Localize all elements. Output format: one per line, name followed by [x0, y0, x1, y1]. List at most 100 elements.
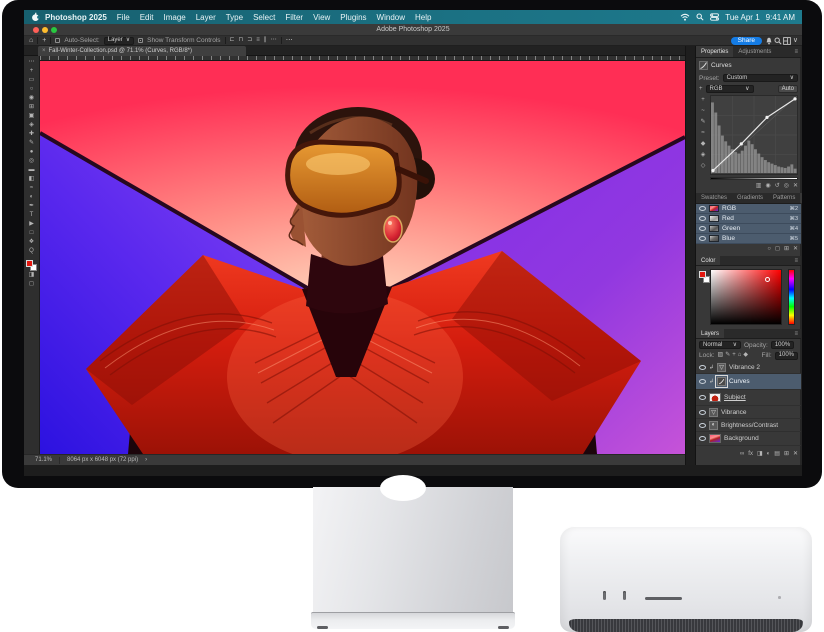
toggle-visibility-icon[interactable]: ◉: [765, 182, 770, 191]
load-channel-selection-icon[interactable]: ○: [767, 245, 771, 254]
frame-tool-icon[interactable]: ▣: [29, 112, 35, 121]
move-tool-icon[interactable]: +: [30, 67, 34, 76]
eraser-tool-icon[interactable]: ▬: [29, 166, 35, 175]
new-layer-icon[interactable]: ⊞: [784, 450, 789, 459]
adjustment-layer-icon[interactable]: ◐: [767, 450, 771, 459]
preset-dropdown[interactable]: Custom ∨: [723, 74, 798, 82]
brush-tool-icon[interactable]: ✎: [29, 139, 34, 148]
menu-item-type[interactable]: Type: [221, 13, 248, 22]
tab-adjustments[interactable]: Adjustments: [733, 46, 776, 57]
channel-row-rgb[interactable]: RGB ⌘2: [696, 204, 801, 214]
marquee-tool-icon[interactable]: ▭: [29, 76, 35, 85]
toolbar-overflow-icon[interactable]: ⋯: [29, 58, 35, 67]
tab-properties[interactable]: Properties: [696, 46, 733, 57]
auto-select-dropdown[interactable]: Layer ∨: [104, 37, 134, 45]
lock-pixels-icon[interactable]: ✎: [725, 351, 730, 360]
align-more-icon[interactable]: ⋯: [271, 36, 277, 45]
chevron-down-icon[interactable]: ∨: [793, 37, 798, 44]
channel-row-blue[interactable]: Blue ⌘5: [696, 234, 801, 244]
tab-color[interactable]: Color: [696, 256, 720, 265]
delete-layer-icon[interactable]: ✕: [793, 450, 798, 459]
delete-adjustment-icon[interactable]: ✕: [793, 182, 798, 191]
channel-row-green[interactable]: Green ⌘4: [696, 224, 801, 234]
fill-dropdown[interactable]: 100%: [775, 352, 798, 360]
channel-dropdown[interactable]: RGB ∨: [706, 85, 754, 93]
status-options-chevron[interactable]: ›: [145, 457, 147, 463]
visibility-eye-icon[interactable]: [699, 423, 706, 428]
layer-effects-icon[interactable]: fx: [748, 450, 753, 459]
document-tab[interactable]: × Fall-Winter-Collection.psd @ 71.1% (Cu…: [38, 46, 246, 56]
visibility-eye-icon[interactable]: [699, 365, 706, 370]
lock-transparency-icon[interactable]: ▨: [718, 351, 724, 360]
panel-search-icon[interactable]: [774, 37, 782, 45]
menu-item-help[interactable]: Help: [410, 13, 436, 22]
clone-stamp-tool-icon[interactable]: ●: [30, 148, 34, 157]
previous-state-icon[interactable]: ◎: [784, 182, 789, 191]
pen-tool-icon[interactable]: ✒: [29, 202, 34, 211]
layer-row-vibrance[interactable]: ▽ Vibrance: [696, 406, 801, 419]
clip-to-layer-icon[interactable]: ▥: [756, 182, 762, 191]
white-point-eyedropper-icon[interactable]: ◇: [701, 161, 706, 172]
new-group-icon[interactable]: ▤: [774, 450, 780, 459]
close-tab-icon[interactable]: ×: [42, 48, 46, 54]
notifications-bell-icon[interactable]: [765, 37, 773, 45]
targeted-adjustment-icon[interactable]: +: [701, 95, 705, 106]
screen-mode-icon[interactable]: ◻: [29, 280, 34, 289]
visibility-eye-icon[interactable]: [699, 206, 706, 211]
tab-channels[interactable]: Channels: [800, 193, 802, 203]
foreground-color-swatch[interactable]: [26, 260, 33, 267]
tab-gradients[interactable]: Gradients: [732, 193, 768, 203]
object-selection-tool-icon[interactable]: ◉: [29, 94, 34, 103]
usb-c-port[interactable]: [603, 591, 606, 600]
wifi-icon[interactable]: [680, 13, 690, 21]
auto-select-checkbox[interactable]: [55, 38, 60, 43]
hand-tool-icon[interactable]: ❖: [29, 238, 34, 247]
zoom-tool-icon[interactable]: Q: [29, 247, 34, 256]
lasso-tool-icon[interactable]: ○: [30, 85, 34, 94]
path-selection-tool-icon[interactable]: ▶: [29, 220, 34, 229]
zoom-level-field[interactable]: 71.1%: [35, 457, 52, 463]
menu-item-layer[interactable]: Layer: [191, 13, 221, 22]
gray-point-eyedropper-icon[interactable]: ◈: [701, 150, 706, 161]
blur-tool-icon[interactable]: ≈: [30, 184, 33, 193]
layer-row-vibrance-2[interactable]: ↲ ▽ Vibrance 2: [696, 361, 801, 374]
tab-swatches[interactable]: Swatches: [696, 193, 732, 203]
search-icon[interactable]: [696, 13, 704, 21]
pencil-curve-icon[interactable]: ✎: [700, 117, 705, 128]
menu-clock-time[interactable]: 9:41 AM: [766, 13, 795, 22]
auto-button[interactable]: Auto: [778, 85, 798, 93]
save-selection-as-channel-icon[interactable]: ◻: [775, 245, 780, 254]
menu-clock-date[interactable]: Tue Apr 1: [725, 13, 759, 22]
channel-row-red[interactable]: Red ⌘3: [696, 214, 801, 224]
lock-all-icon[interactable]: ◆: [743, 351, 748, 360]
visibility-eye-icon[interactable]: [699, 379, 706, 384]
menu-item-edit[interactable]: Edit: [135, 13, 159, 22]
distribute-vertical-icon[interactable]: ∥: [264, 36, 267, 45]
lock-artboard-icon[interactable]: ⌂: [738, 351, 742, 360]
smooth-curve-icon[interactable]: ≈: [701, 128, 704, 139]
layer-row-background[interactable]: Background: [696, 432, 801, 446]
reset-adjustment-icon[interactable]: ↺: [775, 182, 780, 191]
edit-points-icon[interactable]: ~: [701, 106, 705, 117]
blend-mode-dropdown[interactable]: Normal ∨: [699, 341, 741, 349]
curves-editor[interactable]: [710, 95, 798, 175]
menu-item-window[interactable]: Window: [372, 13, 410, 22]
visibility-eye-icon[interactable]: [699, 395, 706, 400]
close-window-button[interactable]: [33, 27, 39, 33]
document-canvas[interactable]: [40, 61, 685, 454]
tab-patterns[interactable]: Patterns: [768, 193, 800, 203]
color-picker-ring[interactable]: [765, 277, 770, 282]
dodge-tool-icon[interactable]: ◐: [30, 193, 34, 202]
panel-menu-icon[interactable]: ≡: [794, 258, 801, 264]
layer-row-subject[interactable]: Subject: [696, 390, 801, 406]
healing-brush-tool-icon[interactable]: ✚: [29, 130, 34, 139]
align-right-icon[interactable]: ⊐: [247, 36, 252, 45]
menu-item-filter[interactable]: Filter: [280, 13, 308, 22]
quick-mask-icon[interactable]: ◨: [29, 271, 35, 280]
workspace-switcher-icon[interactable]: [783, 37, 791, 45]
layer-row-curves[interactable]: ↲ Curves: [696, 374, 801, 390]
zoom-window-button[interactable]: [51, 27, 57, 33]
align-left-icon[interactable]: ⊏: [230, 36, 235, 45]
delete-channel-icon[interactable]: ✕: [793, 245, 798, 254]
menu-item-select[interactable]: Select: [248, 13, 280, 22]
